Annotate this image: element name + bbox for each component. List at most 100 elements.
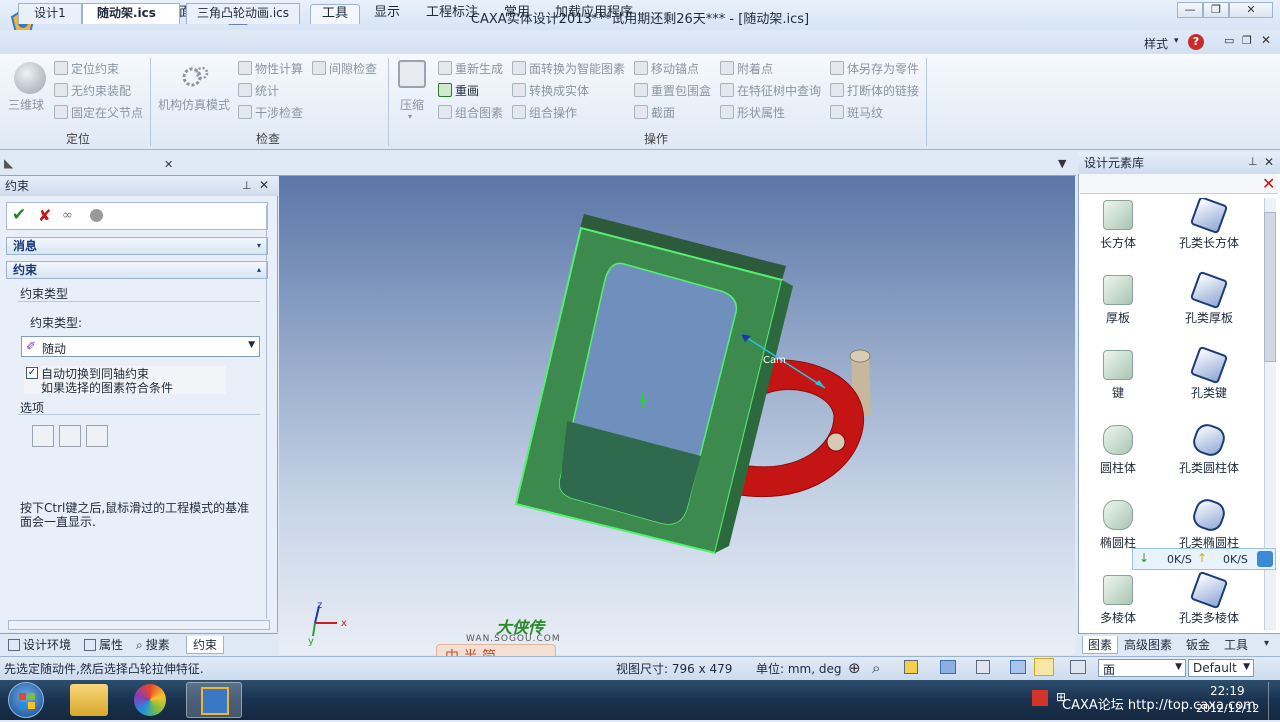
library-item[interactable]: 多棱体 bbox=[1080, 573, 1156, 628]
tab-search[interactable]: ⌕ 搜素 bbox=[136, 636, 170, 654]
face-select-dropdown[interactable]: 面 ▼ bbox=[1098, 659, 1186, 677]
style-dropdown-icon[interactable]: ▾ bbox=[1174, 36, 1179, 46]
library-item[interactable]: 孔类圆柱体 bbox=[1156, 420, 1262, 495]
tab-constraint[interactable]: 约束 bbox=[186, 636, 225, 654]
selection-filter-icon[interactable] bbox=[1034, 658, 1054, 676]
library-tab-sheetmetal[interactable]: 钣金 bbox=[1186, 636, 1210, 654]
library-item[interactable]: 圆柱体 bbox=[1080, 423, 1156, 495]
option-button-2[interactable] bbox=[59, 425, 81, 447]
tab-common[interactable]: 常用 bbox=[498, 4, 536, 24]
library-item[interactable]: 孔类长方体 bbox=[1156, 198, 1262, 270]
three-d-ball-button[interactable]: 三维球 bbox=[8, 96, 44, 113]
ribbon-restore-icon[interactable]: ❐ bbox=[1242, 34, 1252, 47]
maximize-button[interactable]: ❐ bbox=[1203, 2, 1229, 18]
tab-design-env[interactable]: 设计环境 bbox=[8, 636, 71, 654]
vertical-scrollbar[interactable] bbox=[266, 205, 272, 619]
style-select-dropdown[interactable]: Default ▼ bbox=[1188, 659, 1254, 677]
render-mode-icon[interactable] bbox=[940, 660, 956, 674]
doc-tab-list-icon[interactable]: ▼ bbox=[1058, 157, 1066, 170]
tab-display[interactable]: 显示 bbox=[368, 4, 406, 24]
locate-constraint-button[interactable]: 定位约束 bbox=[54, 59, 119, 79]
shape-property-button[interactable]: 形状属性 bbox=[720, 103, 785, 123]
pin-icon[interactable]: ⊥ bbox=[242, 179, 252, 192]
reset-bbox-button[interactable]: 重置包围盒 bbox=[634, 81, 711, 101]
pin-icon[interactable]: ⊥ bbox=[1248, 155, 1258, 168]
status-circle-icon[interactable] bbox=[90, 209, 103, 222]
library-item[interactable]: 厚板 bbox=[1080, 273, 1156, 345]
media-task-icon[interactable] bbox=[134, 684, 166, 716]
section-button[interactable]: 截面 bbox=[634, 103, 675, 123]
panel-close-icon[interactable]: ✕ bbox=[259, 178, 269, 192]
ime-icon[interactable] bbox=[1032, 690, 1048, 706]
attach-point-button[interactable]: 附着点 bbox=[720, 59, 773, 79]
tab-tools[interactable]: 工具 bbox=[310, 4, 360, 24]
save-as-part-button[interactable]: 体另存为零件 bbox=[830, 59, 919, 79]
library-scroll-thumb[interactable] bbox=[1264, 212, 1276, 362]
tab-scroll-icon[interactable]: ◣ bbox=[4, 156, 13, 170]
compress-button[interactable]: 压缩 bbox=[400, 96, 424, 113]
caxa-task-button[interactable] bbox=[186, 682, 242, 718]
cancel-x-icon[interactable]: ✘ bbox=[38, 206, 51, 225]
regenerate-button[interactable]: 重新生成 bbox=[438, 59, 503, 79]
camera-icon[interactable] bbox=[976, 660, 990, 674]
start-button[interactable] bbox=[8, 682, 44, 718]
doc-tab-close-icon[interactable]: ✕ bbox=[164, 158, 173, 171]
close-window-button[interactable]: ✕ bbox=[1229, 2, 1273, 18]
display-icon[interactable] bbox=[1010, 660, 1026, 674]
ribbon-minimize-icon[interactable]: ▭ bbox=[1224, 34, 1234, 47]
auto-switch-checkbox[interactable]: ✓ bbox=[26, 367, 38, 379]
refresh-icon[interactable] bbox=[1257, 551, 1273, 567]
library-item[interactable]: 孔类厚板 bbox=[1156, 270, 1262, 345]
fix-parent-button[interactable]: 固定在父节点 bbox=[54, 103, 143, 123]
combine-elements-button[interactable]: 组合图素 bbox=[438, 103, 503, 123]
apply-check-icon[interactable]: ✔ bbox=[12, 205, 26, 225]
help-icon[interactable]: ? bbox=[1188, 34, 1204, 50]
compress-dropdown-icon[interactable]: ▾ bbox=[408, 112, 412, 121]
layer-icon[interactable] bbox=[1070, 660, 1086, 674]
library-tab-tools[interactable]: 工具 bbox=[1224, 636, 1248, 654]
move-anchor-button[interactable]: 移动锚点 bbox=[634, 59, 699, 79]
break-link-button[interactable]: 打断体的链接 bbox=[830, 81, 919, 101]
horizontal-scrollbar[interactable] bbox=[8, 620, 270, 630]
mechanism-sim-button[interactable]: 机构仿真模式 bbox=[158, 96, 230, 113]
doc-tab-design1[interactable]: 设计1 bbox=[18, 3, 82, 24]
option-button-1[interactable] bbox=[32, 425, 54, 447]
combine-operation-button[interactable]: 组合操作 bbox=[512, 103, 577, 123]
face-to-smart-button[interactable]: 面转换为智能图素 bbox=[512, 59, 625, 79]
tree-query-button[interactable]: 在特征树中查询 bbox=[720, 81, 821, 101]
library-item[interactable]: 键 bbox=[1080, 348, 1156, 420]
constraint-type-select[interactable]: ✐ 随动 ▼ bbox=[21, 336, 260, 357]
library-close-icon[interactable]: ✕ bbox=[1264, 155, 1274, 169]
option-button-3[interactable] bbox=[86, 425, 108, 447]
ribbon-close-icon[interactable]: ✕ bbox=[1261, 33, 1271, 47]
library-item[interactable]: 长方体 bbox=[1080, 198, 1156, 270]
physical-calc-button[interactable]: 物性计算 bbox=[238, 59, 303, 79]
library-tab-advanced[interactable]: 高级图素 bbox=[1124, 636, 1172, 654]
message-section-header[interactable]: 消息 ▾ bbox=[6, 237, 268, 255]
show-desktop-button[interactable] bbox=[1268, 682, 1280, 720]
doc-tab-active[interactable]: 随动架.ics bbox=[82, 3, 180, 24]
minimize-button[interactable]: — bbox=[1177, 2, 1203, 18]
preview-glasses-icon[interactable]: ∞ bbox=[62, 208, 73, 223]
constraint-section-header[interactable]: 约束 ▴ bbox=[6, 261, 268, 279]
clearance-check-button[interactable]: 间隙检查 bbox=[312, 59, 377, 79]
zoom-in-icon[interactable]: ⊕ bbox=[848, 659, 861, 677]
tab-addins[interactable]: 加载应用程序 bbox=[552, 4, 636, 24]
library-tab-menu-icon[interactable]: ▾ bbox=[1264, 638, 1269, 649]
interference-check-button[interactable]: 干涉检查 bbox=[238, 103, 303, 123]
library-delete-icon[interactable]: ✕ bbox=[1262, 174, 1275, 193]
free-assembly-button[interactable]: 无约束装配 bbox=[54, 81, 131, 101]
tab-properties[interactable]: 属性 bbox=[84, 636, 123, 654]
library-item[interactable]: 孔类键 bbox=[1156, 345, 1262, 420]
library-tab-elements[interactable]: 图素 bbox=[1082, 636, 1119, 654]
redraw-button[interactable]: 重画 bbox=[438, 81, 479, 101]
doc-tab-cam-animation[interactable]: 三角凸轮动画.ics bbox=[186, 3, 300, 24]
style-menu[interactable]: 样式 bbox=[1144, 35, 1168, 52]
zebra-button[interactable]: 斑马纹 bbox=[830, 103, 883, 123]
explorer-task-icon[interactable] bbox=[70, 684, 108, 716]
convert-solid-button[interactable]: 转换成实体 bbox=[512, 81, 589, 101]
library-item[interactable]: 孔类多棱体 bbox=[1156, 570, 1262, 628]
view-orient-icon[interactable] bbox=[904, 660, 918, 674]
3d-viewport[interactable]: Cam x z y bbox=[279, 176, 1075, 655]
statistics-button[interactable]: 统计 bbox=[238, 81, 279, 101]
